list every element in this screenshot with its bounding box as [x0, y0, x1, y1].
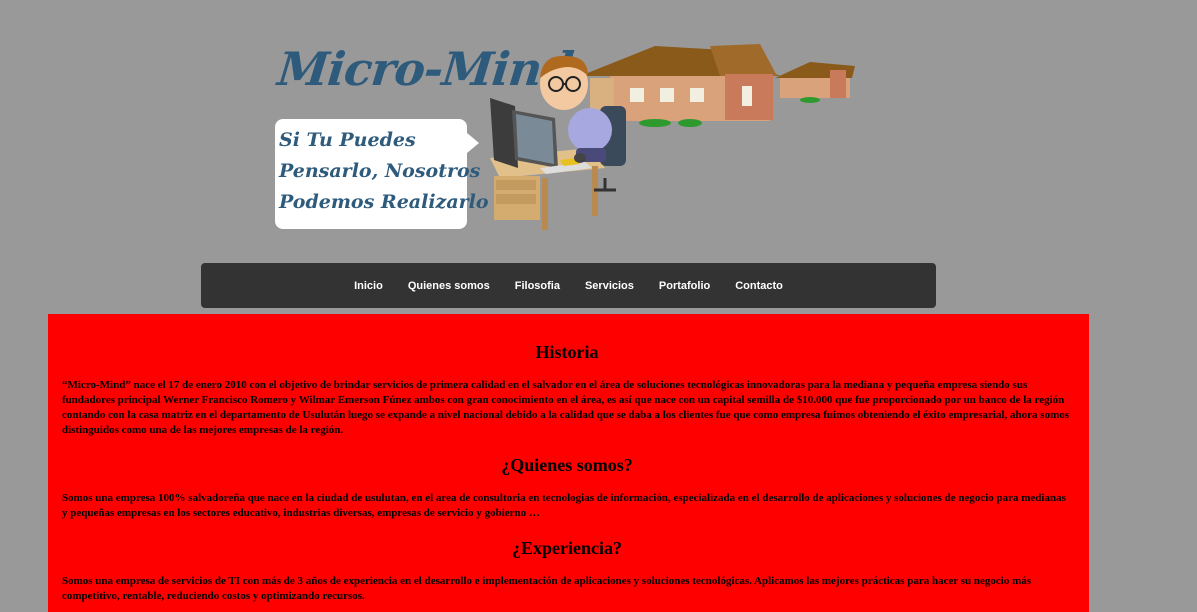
header: Micro-Mind Si Tu Puedes Pensarlo, Nosotr…: [0, 0, 1197, 262]
nav-item-servicios[interactable]: Servicios: [572, 280, 646, 292]
slogan-line-1: Si Tu Puedes: [279, 129, 416, 151]
small-house-icon: [775, 62, 855, 103]
slogan-line-3: Podemos Realizarlo: [279, 191, 489, 213]
slogan-bubble: Si Tu Puedes Pensarlo, Nosotros Podemos …: [275, 119, 489, 229]
section-historia: Historia “Micro-Mind” nace el 17 de ener…: [62, 342, 1072, 438]
nav-item-portafolio[interactable]: Portafolio: [646, 280, 722, 292]
section-text: Somos una empresa de servicios de TI con…: [62, 575, 1032, 602]
section-quienes-somos: ¿Quienes somos? Somos una empresa 100% s…: [62, 455, 1072, 521]
nav-item-quienes-somos[interactable]: Quienes somos: [395, 280, 502, 292]
main-nav: Inicio Quienes somos Filosofia Servicios…: [201, 263, 936, 308]
section-title: ¿Experiencia?: [512, 538, 622, 558]
section-text: Somos una empresa 100% salvadoreña que n…: [62, 492, 1066, 519]
main-content: Historia “Micro-Mind” nace el 17 de ener…: [48, 314, 1089, 612]
section-title: Historia: [535, 342, 599, 362]
section-text: “Micro-Mind” nace el 17 de enero 2010 co…: [62, 379, 1070, 436]
section-title: ¿Quienes somos?: [501, 455, 633, 475]
nav-item-inicio[interactable]: Inicio: [342, 280, 396, 292]
nav-item-filosofia[interactable]: Filosofia: [502, 280, 572, 292]
header-illustration: [490, 44, 855, 230]
section-experiencia: ¿Experiencia? Somos una empresa de servi…: [62, 538, 1072, 604]
slogan: Si Tu Puedes Pensarlo, Nosotros Podemos …: [279, 125, 489, 218]
nav-item-contacto[interactable]: Contacto: [723, 280, 796, 292]
slogan-line-2: Pensarlo, Nosotros: [279, 160, 481, 182]
